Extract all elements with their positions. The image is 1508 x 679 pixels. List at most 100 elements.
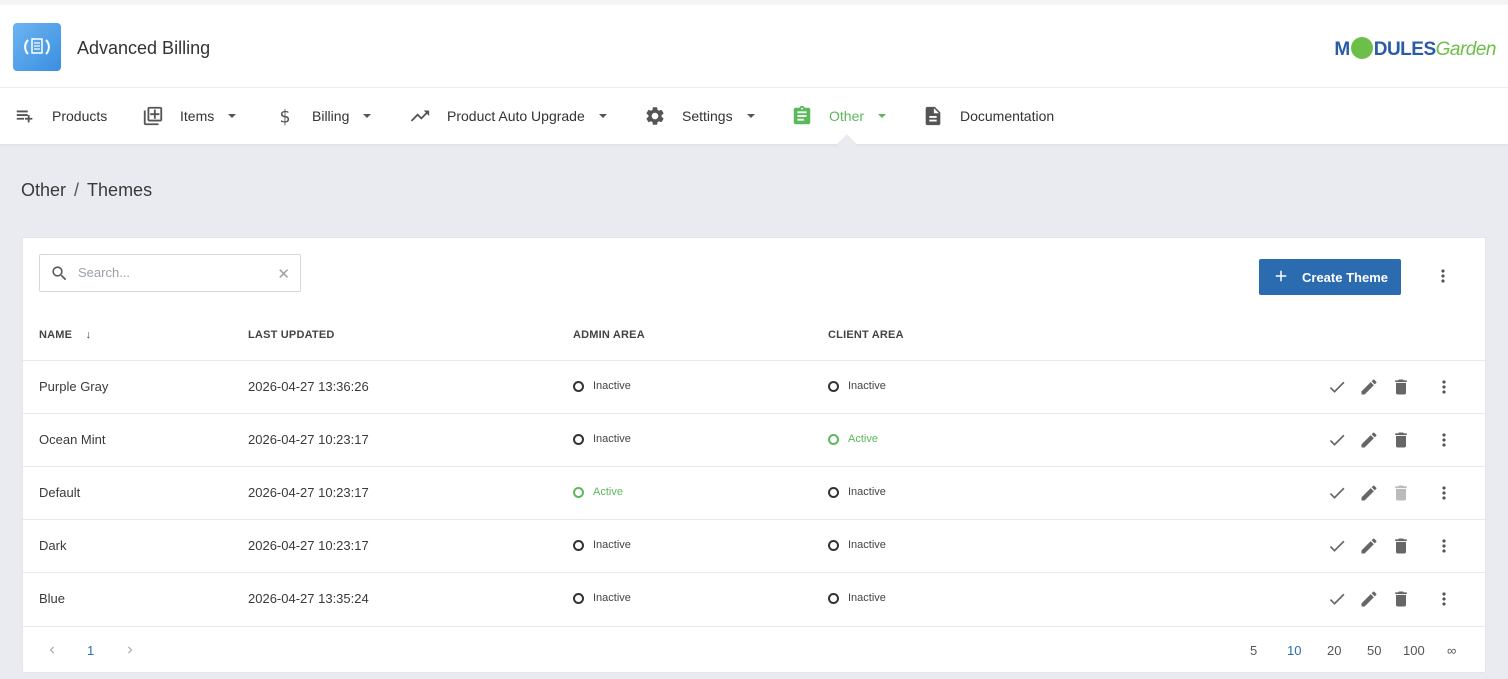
nav-item-settings[interactable]: Settings bbox=[644, 88, 755, 144]
sort-arrow-icon: ↓ bbox=[85, 329, 92, 341]
nav-item-billing[interactable]: $ Billing bbox=[274, 88, 372, 144]
client-area-status: Inactive bbox=[828, 592, 886, 604]
status-dot-icon bbox=[828, 486, 839, 498]
theme-name: Blue bbox=[39, 591, 66, 606]
theme-name: Purple Gray bbox=[39, 379, 109, 394]
nav-item-other[interactable]: Other bbox=[791, 88, 887, 144]
brand-o-icon bbox=[1350, 37, 1373, 59]
last-updated: 2026-04-27 13:35:24 bbox=[248, 591, 369, 606]
client-area-status: Inactive bbox=[828, 486, 886, 498]
column-header-last-updated[interactable]: LAST UPDATED bbox=[248, 329, 335, 341]
svg-text:$: $ bbox=[280, 107, 291, 127]
column-header-client-area[interactable]: CLIENT AREA bbox=[828, 329, 904, 341]
more-options-icon[interactable] bbox=[1432, 534, 1456, 558]
theme-name: Ocean Mint bbox=[39, 432, 106, 447]
page-size-option[interactable]: 5 bbox=[1250, 643, 1257, 658]
more-options-icon[interactable] bbox=[1432, 587, 1456, 611]
page-size-option[interactable]: 10 bbox=[1287, 643, 1301, 658]
page-size-option[interactable]: ∞ bbox=[1447, 643, 1456, 658]
status-dot-icon bbox=[573, 592, 584, 604]
status-label: Inactive bbox=[848, 486, 886, 498]
status-dot-icon bbox=[573, 539, 584, 551]
delete-icon[interactable] bbox=[1389, 534, 1413, 558]
more-options-icon[interactable] bbox=[1432, 481, 1456, 505]
themes-table-card: ✕ Create Theme NAME ↓ LAST UPDATED ADMIN… bbox=[22, 237, 1486, 673]
more-options-icon[interactable] bbox=[1433, 266, 1453, 286]
page-size-option[interactable]: 50 bbox=[1367, 643, 1381, 658]
chevron-down-icon bbox=[746, 114, 755, 118]
chevron-right-icon[interactable] bbox=[123, 643, 137, 662]
nav-item-product-auto-upgrade[interactable]: Product Auto Upgrade bbox=[409, 88, 607, 144]
last-updated: 2026-04-27 10:23:17 bbox=[248, 485, 369, 500]
check-icon[interactable] bbox=[1325, 428, 1349, 452]
breadcrumb-separator: / bbox=[74, 180, 80, 200]
delete-icon[interactable] bbox=[1389, 375, 1413, 399]
delete-icon[interactable] bbox=[1389, 428, 1413, 452]
nav-label: Items bbox=[180, 108, 215, 124]
nav-item-products[interactable]: Products bbox=[14, 88, 107, 144]
admin-area-status: Inactive bbox=[573, 592, 631, 604]
nav-label: Products bbox=[52, 108, 108, 124]
last-updated: 2026-04-27 10:23:17 bbox=[248, 538, 369, 553]
main-nav: Products Items $ Billing Product Auto Up… bbox=[0, 87, 1508, 144]
status-dot-icon bbox=[828, 592, 839, 604]
status-label: Inactive bbox=[593, 592, 631, 604]
status-label: Inactive bbox=[848, 592, 886, 604]
edit-icon[interactable] bbox=[1357, 587, 1381, 611]
chevron-down-icon bbox=[363, 114, 372, 118]
pagination-bar: 1 5 10 20 50 100 ∞ bbox=[23, 626, 1485, 672]
edit-icon[interactable] bbox=[1357, 375, 1381, 399]
chevron-left-icon[interactable] bbox=[45, 643, 59, 662]
delete-icon[interactable] bbox=[1389, 481, 1413, 505]
more-options-icon[interactable] bbox=[1432, 375, 1456, 399]
client-area-status: Inactive bbox=[828, 380, 886, 392]
search-icon bbox=[50, 264, 69, 288]
brand-text-left: M bbox=[1334, 39, 1350, 60]
page-size-option[interactable]: 100 bbox=[1403, 643, 1425, 658]
column-header-label: NAME bbox=[39, 329, 73, 341]
status-label: Active bbox=[848, 433, 878, 445]
edit-icon[interactable] bbox=[1357, 428, 1381, 452]
page-number[interactable]: 1 bbox=[87, 643, 94, 658]
dollar-icon: $ bbox=[274, 105, 296, 127]
table-row: Default 2026-04-27 10:23:17 Active Inactive bbox=[23, 466, 1485, 519]
status-dot-icon bbox=[828, 539, 839, 551]
search-input[interactable] bbox=[78, 265, 268, 280]
document-icon bbox=[922, 105, 944, 127]
table-row: Blue 2026-04-27 13:35:24 Inactive Inactive bbox=[23, 572, 1485, 625]
nav-label: Other bbox=[829, 108, 865, 124]
status-label: Inactive bbox=[848, 380, 886, 392]
last-updated: 2026-04-27 10:23:17 bbox=[248, 432, 369, 447]
nav-item-items[interactable]: Items bbox=[142, 88, 237, 144]
create-theme-button[interactable]: Create Theme bbox=[1259, 259, 1401, 295]
client-area-status: Inactive bbox=[828, 539, 886, 551]
playlist-add-icon bbox=[14, 105, 36, 127]
delete-icon[interactable] bbox=[1389, 587, 1413, 611]
check-icon[interactable] bbox=[1325, 534, 1349, 558]
breadcrumb-parent[interactable]: Other bbox=[21, 180, 66, 200]
page-size-option[interactable]: 20 bbox=[1327, 643, 1341, 658]
search-box: ✕ bbox=[39, 254, 301, 292]
status-dot-icon bbox=[573, 486, 584, 498]
clipboard-icon bbox=[791, 105, 813, 127]
edit-icon[interactable] bbox=[1357, 534, 1381, 558]
check-icon[interactable] bbox=[1325, 481, 1349, 505]
column-header-admin-area[interactable]: ADMIN AREA bbox=[573, 329, 645, 341]
nav-label: Settings bbox=[682, 108, 733, 124]
brand-text-mid: DULES bbox=[1373, 39, 1436, 60]
table-row: Dark 2026-04-27 10:23:17 Inactive Inactive bbox=[23, 519, 1485, 572]
more-options-icon[interactable] bbox=[1432, 428, 1456, 452]
nav-item-documentation[interactable]: Documentation bbox=[922, 88, 1054, 144]
status-label: Inactive bbox=[593, 380, 631, 392]
check-icon[interactable] bbox=[1325, 587, 1349, 611]
column-header-name[interactable]: NAME ↓ bbox=[39, 329, 91, 341]
clear-search-icon[interactable]: ✕ bbox=[277, 265, 290, 283]
status-label: Active bbox=[593, 486, 623, 498]
create-theme-label: Create Theme bbox=[1302, 269, 1388, 285]
chevron-down-icon bbox=[228, 114, 237, 118]
edit-icon[interactable] bbox=[1357, 481, 1381, 505]
status-label: Inactive bbox=[593, 433, 631, 445]
check-icon[interactable] bbox=[1325, 375, 1349, 399]
client-area-status: Active bbox=[828, 433, 878, 445]
chevron-down-icon bbox=[598, 114, 607, 118]
